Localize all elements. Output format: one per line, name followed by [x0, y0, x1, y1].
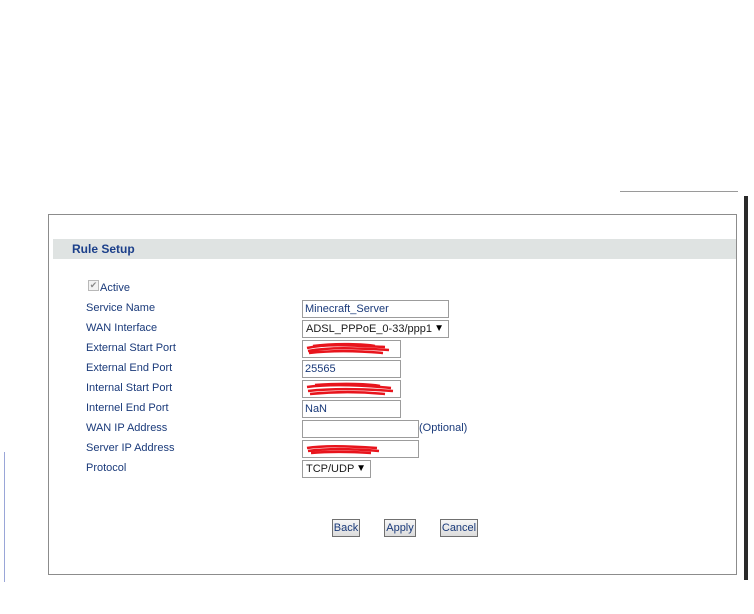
panel-title: Rule Setup [72, 242, 135, 256]
external-end-port-label: External End Port [86, 362, 173, 374]
service-name-input[interactable]: Minecraft_Server [302, 300, 449, 318]
external-start-port-input[interactable] [302, 340, 401, 358]
internal-end-port-label: Internel End Port [86, 402, 169, 414]
top-divider [620, 191, 738, 192]
external-start-port-label: External Start Port [86, 342, 176, 354]
server-ip-input[interactable] [302, 440, 419, 458]
internal-start-port-label: Internal Start Port [86, 382, 173, 394]
redaction-scribble [306, 342, 390, 355]
wan-ip-input[interactable] [302, 420, 419, 438]
internal-start-port-input[interactable] [302, 380, 401, 398]
wan-interface-value: ADSL_PPPoE_0-33/ppp1 [306, 323, 432, 335]
protocol-select[interactable]: TCP/UDP ▼ [302, 460, 371, 478]
rule-setup-panel: Rule Setup ✔ Active Service Name Minecra… [48, 214, 737, 575]
dropdown-arrow-icon: ▼ [434, 323, 444, 334]
left-edge-line [4, 452, 5, 582]
apply-button[interactable]: Apply [384, 519, 416, 537]
redaction-scribble [306, 382, 394, 396]
service-name-label: Service Name [86, 302, 156, 314]
panel-header: Rule Setup [53, 239, 736, 259]
wan-interface-select[interactable]: ADSL_PPPoE_0-33/ppp1 ▼ [302, 320, 449, 338]
wan-ip-optional-hint: (Optional) [419, 422, 468, 434]
internal-end-port-input[interactable]: NaN [302, 400, 401, 418]
protocol-value: TCP/UDP [306, 463, 355, 475]
dropdown-arrow-icon: ▼ [356, 463, 366, 474]
back-button[interactable]: Back [332, 519, 360, 537]
protocol-label: Protocol [86, 462, 127, 474]
active-label: Active [100, 282, 130, 294]
window-edge [744, 196, 748, 580]
wan-interface-label: WAN Interface [86, 322, 158, 334]
cancel-button[interactable]: Cancel [440, 519, 478, 537]
server-ip-label: Server IP Address [86, 442, 175, 454]
redaction-scribble [306, 444, 380, 455]
wan-ip-label: WAN IP Address [86, 422, 168, 434]
external-end-port-input[interactable]: 25565 [302, 360, 401, 378]
active-checkbox[interactable]: ✔ [88, 280, 99, 291]
